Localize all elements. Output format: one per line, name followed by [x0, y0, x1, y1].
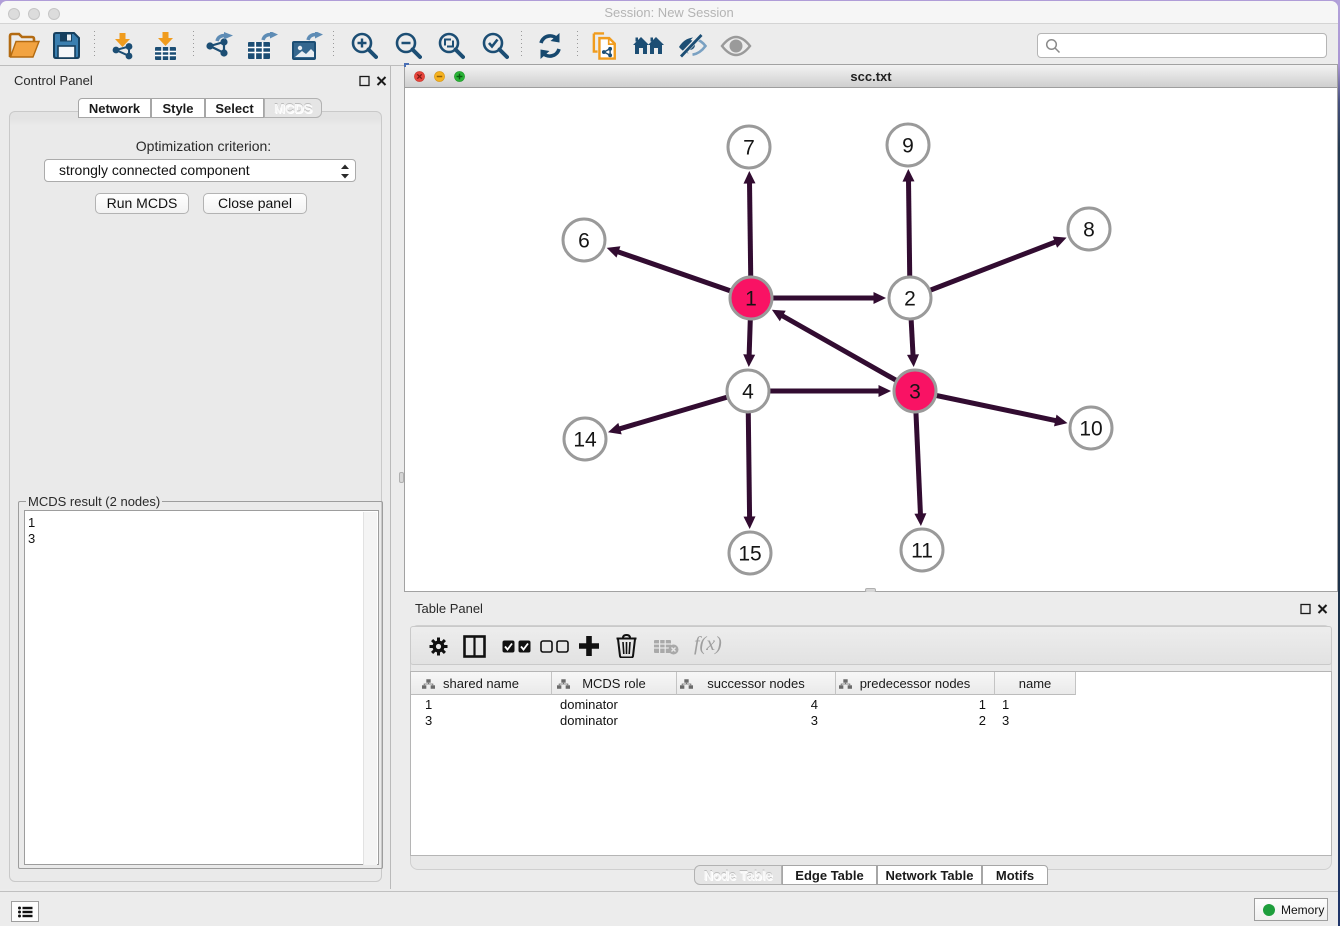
svg-text:2: 2: [904, 288, 916, 311]
svg-text:10: 10: [1079, 418, 1102, 441]
svg-text:15: 15: [738, 543, 761, 566]
svg-text:7: 7: [743, 137, 755, 160]
svg-text:3: 3: [909, 381, 921, 404]
svg-text:1: 1: [745, 288, 757, 311]
svg-text:9: 9: [902, 135, 914, 158]
svg-text:8: 8: [1083, 219, 1095, 242]
svg-text:14: 14: [573, 429, 597, 452]
svg-text:4: 4: [742, 381, 754, 404]
svg-text:6: 6: [578, 230, 590, 253]
svg-text:11: 11: [911, 540, 933, 563]
